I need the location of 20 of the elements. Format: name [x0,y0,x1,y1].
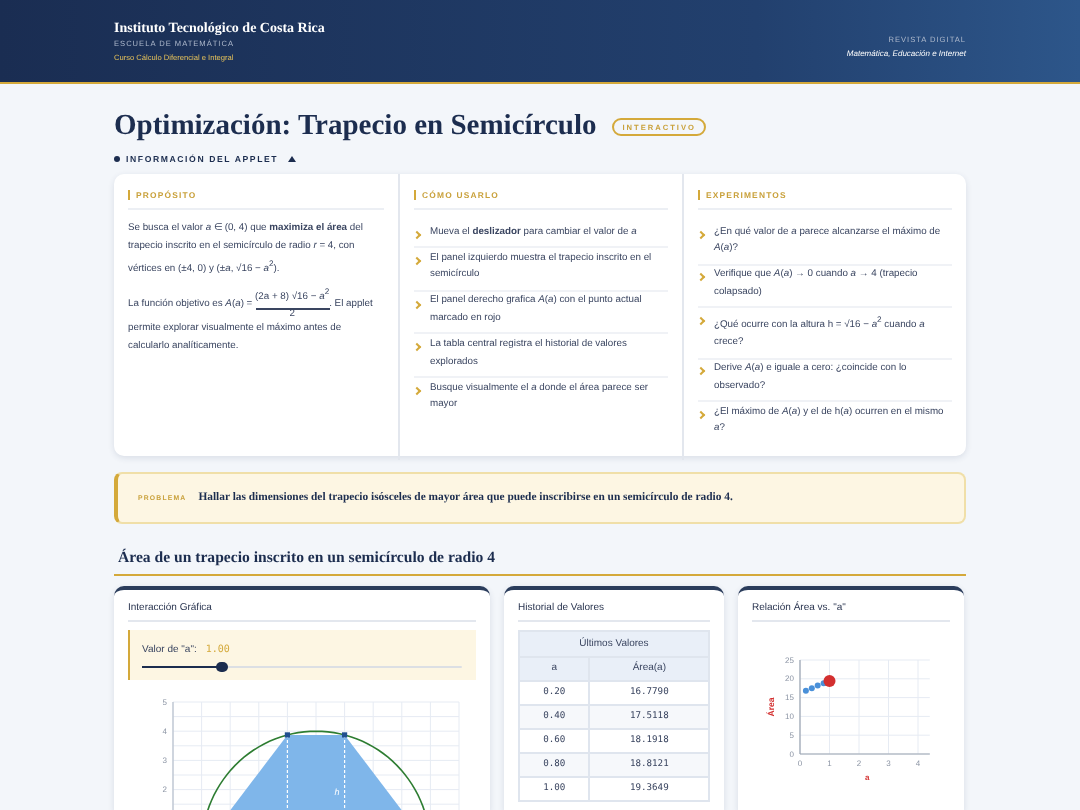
chevron-icon [412,256,422,265]
chevron-icon [412,299,422,309]
grid-lines [799,659,931,755]
chevron-icon [412,386,422,396]
chevron-icon [412,230,422,239]
chevron-icon [412,343,422,352]
vertex-handle[interactable] [342,732,348,739]
y-axis [172,702,174,810]
chevron-icon [696,273,706,283]
dashed-line [344,734,346,810]
caret-icon[interactable] [288,156,297,162]
slider-thumb[interactable] [216,661,228,673]
vertex-handle[interactable] [284,732,290,739]
chevron-icon [696,411,706,420]
bullet-dot-icon [114,156,120,162]
chevron-icon [696,230,706,239]
dashed-line [286,734,288,810]
chevron-icon [696,317,706,326]
chevron-icon [696,367,706,377]
page-title: Optimización: Trapecio en Semicírculo [114,110,597,144]
